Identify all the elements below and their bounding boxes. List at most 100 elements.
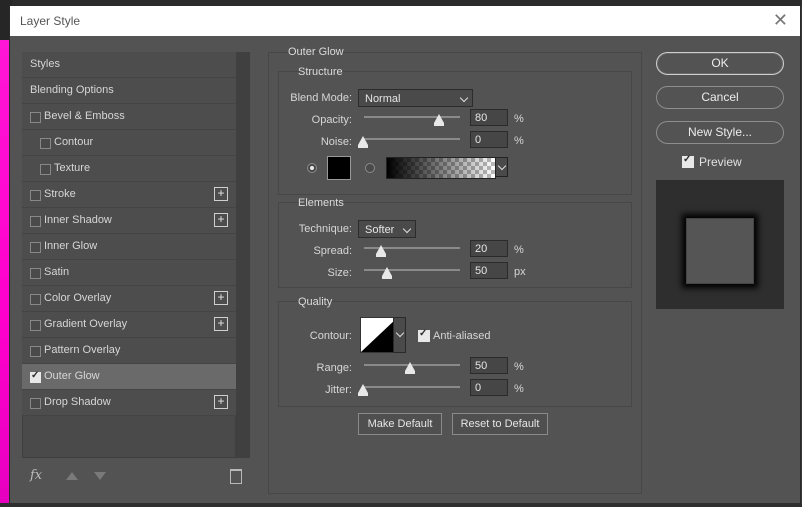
- style-item[interactable]: Drop Shadow +: [22, 390, 236, 416]
- blend-mode-select[interactable]: Normal: [358, 89, 473, 107]
- glow-gradient-swatch[interactable]: [386, 157, 496, 179]
- preview-swatch: [686, 218, 754, 284]
- style-item-label: Styles: [30, 58, 60, 70]
- style-item-label: Drop Shadow: [44, 396, 111, 408]
- style-checkbox[interactable]: [30, 112, 41, 123]
- add-effect-icon[interactable]: +: [214, 395, 228, 409]
- move-up-icon[interactable]: [66, 472, 78, 480]
- jitter-slider[interactable]: [364, 386, 460, 388]
- close-icon[interactable]: ✕: [773, 10, 788, 30]
- style-item[interactable]: Styles: [22, 52, 236, 78]
- range-input[interactable]: 50: [470, 357, 508, 374]
- size-unit: px: [514, 266, 526, 278]
- style-item-label: Blending Options: [30, 84, 114, 96]
- style-item[interactable]: Inner Glow: [22, 234, 236, 260]
- style-checkbox[interactable]: [30, 320, 41, 331]
- elements-title: Elements: [298, 197, 344, 209]
- style-item[interactable]: Pattern Overlay: [22, 338, 236, 364]
- style-checkbox[interactable]: [30, 398, 41, 409]
- size-input[interactable]: 50: [470, 262, 508, 279]
- background-strip-bottom: [0, 503, 802, 507]
- style-checkbox[interactable]: [30, 268, 41, 279]
- reset-to-default-button[interactable]: Reset to Default: [452, 413, 548, 435]
- new-style-button[interactable]: New Style...: [656, 121, 784, 144]
- ok-button[interactable]: OK: [656, 52, 784, 75]
- make-default-button[interactable]: Make Default: [358, 413, 442, 435]
- style-item-label: Gradient Overlay: [44, 318, 128, 330]
- style-item[interactable]: Color Overlay +: [22, 286, 236, 312]
- preview-checkbox[interactable]: [682, 154, 694, 168]
- style-item-label: Stroke: [44, 188, 76, 200]
- contour-chevron-icon[interactable]: [393, 317, 406, 353]
- title-bar: Layer Style ✕: [10, 6, 800, 36]
- fx-icon[interactable]: fx: [30, 468, 42, 483]
- style-checkbox[interactable]: [30, 370, 41, 383]
- styles-scrollbar[interactable]: [236, 52, 250, 458]
- jitter-slider-thumb[interactable]: [358, 384, 368, 396]
- range-slider-thumb[interactable]: [405, 362, 415, 374]
- range-label: Range:: [316, 362, 352, 374]
- style-item[interactable]: Contour: [22, 130, 236, 156]
- technique-value: Softer: [365, 224, 395, 236]
- style-item-label: Satin: [44, 266, 70, 278]
- spread-slider-thumb[interactable]: [376, 245, 386, 257]
- style-item-label: Outer Glow: [44, 370, 100, 382]
- styles-panel: Styles Blending Options Bevel & Emboss Cont…: [22, 52, 236, 458]
- gradient-radio[interactable]: [365, 163, 375, 173]
- style-item[interactable]: Satin: [22, 260, 236, 286]
- style-item[interactable]: Blending Options: [22, 78, 236, 104]
- style-checkbox[interactable]: [30, 242, 41, 253]
- style-item[interactable]: Bevel & Emboss: [22, 104, 236, 130]
- style-checkbox[interactable]: [40, 164, 51, 175]
- opacity-slider[interactable]: [364, 116, 460, 118]
- style-checkbox[interactable]: [30, 346, 41, 357]
- noise-label: Noise:: [320, 136, 352, 148]
- cancel-button[interactable]: Cancel: [656, 86, 784, 109]
- styles-footer: fx: [22, 466, 250, 490]
- solid-color-radio[interactable]: [307, 163, 317, 173]
- add-effect-icon[interactable]: +: [214, 213, 228, 227]
- size-label: Size:: [327, 267, 352, 279]
- style-item[interactable]: Texture: [22, 156, 236, 182]
- spread-label: Spread:: [313, 245, 352, 257]
- move-down-icon[interactable]: [94, 472, 106, 480]
- opacity-input[interactable]: 80: [470, 109, 508, 126]
- anti-aliased-checkbox[interactable]: [418, 328, 430, 342]
- style-item[interactable]: Outer Glow: [22, 364, 236, 390]
- spread-input[interactable]: 20: [470, 240, 508, 257]
- style-checkbox[interactable]: [40, 138, 51, 149]
- outer-glow-title: Outer Glow: [288, 46, 344, 58]
- noise-input[interactable]: 0: [470, 131, 508, 148]
- chevron-down-icon: [459, 93, 469, 103]
- style-checkbox[interactable]: [30, 294, 41, 305]
- style-item[interactable]: Stroke +: [22, 182, 236, 208]
- quality-title: Quality: [298, 296, 333, 308]
- add-effect-icon[interactable]: +: [214, 317, 228, 331]
- preview-label: Preview: [699, 155, 742, 169]
- style-item[interactable]: Gradient Overlay +: [22, 312, 236, 338]
- trash-icon[interactable]: [230, 469, 242, 484]
- style-preview: [656, 180, 784, 309]
- style-checkbox[interactable]: [30, 216, 41, 227]
- size-slider[interactable]: [364, 269, 460, 271]
- blend-mode-label: Blend Mode:: [290, 92, 352, 104]
- add-effect-icon[interactable]: +: [214, 187, 228, 201]
- noise-unit: %: [514, 135, 524, 147]
- style-checkbox[interactable]: [30, 190, 41, 201]
- opacity-slider-thumb[interactable]: [434, 114, 444, 126]
- anti-aliased-label: Anti-aliased: [433, 330, 491, 342]
- spread-unit: %: [514, 244, 524, 256]
- noise-slider-thumb[interactable]: [358, 136, 368, 148]
- add-effect-icon[interactable]: +: [214, 291, 228, 305]
- style-item-label: Inner Glow: [44, 240, 98, 252]
- noise-slider[interactable]: [364, 138, 460, 140]
- style-item-label: Contour: [54, 136, 94, 148]
- glow-color-swatch[interactable]: [327, 156, 351, 180]
- jitter-input[interactable]: 0: [470, 379, 508, 396]
- size-slider-thumb[interactable]: [382, 267, 392, 279]
- technique-label: Technique:: [298, 223, 352, 235]
- chevron-down-icon: [402, 224, 412, 234]
- style-item[interactable]: Inner Shadow +: [22, 208, 236, 234]
- gradient-picker-chevron-icon[interactable]: [495, 157, 508, 177]
- technique-select[interactable]: Softer: [358, 220, 416, 238]
